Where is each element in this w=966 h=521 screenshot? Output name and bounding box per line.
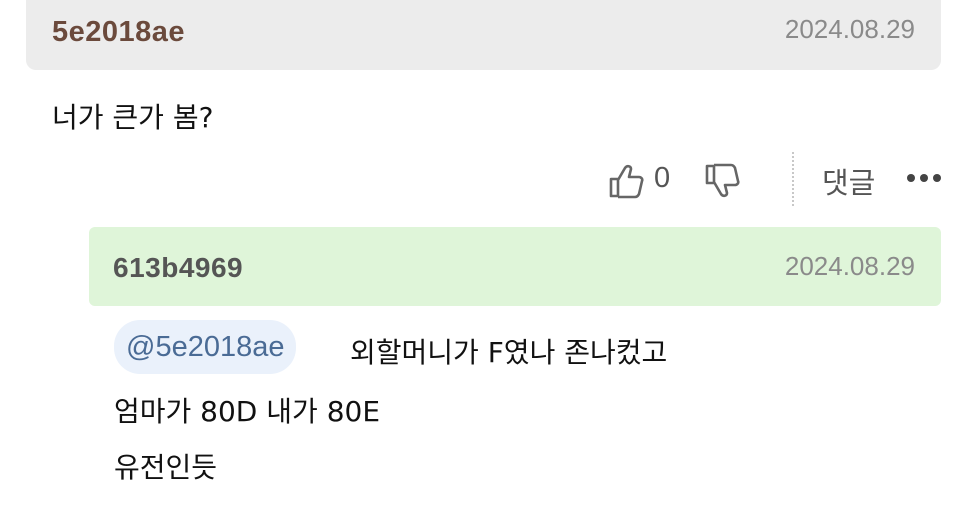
like-count: 0 (654, 162, 671, 194)
comment-thread: 5e2018ae 2024.08.29 너가 큰가 봄? 0 댓글 613b49… (0, 0, 966, 521)
reply-line: 엄마가 80D 내가 80E (114, 395, 381, 428)
reply-button[interactable]: 댓글 (822, 160, 875, 202)
reply-header: 613b4969 2024.08.29 (89, 227, 941, 306)
thumbs-up-icon[interactable] (608, 163, 644, 199)
mention-tag[interactable]: @5e2018ae (114, 320, 297, 374)
reply-line: 유전인듯 (114, 451, 218, 484)
comment-author[interactable]: 5e2018ae (52, 16, 185, 49)
comment-actions: 0 댓글 (600, 152, 950, 206)
reply-author[interactable]: 613b4969 (113, 252, 243, 284)
more-dots-icon[interactable] (906, 168, 942, 188)
comment-body: 너가 큰가 봄? (52, 101, 214, 134)
actions-divider (792, 152, 794, 206)
comment-header: 5e2018ae 2024.08.29 (26, 0, 941, 70)
reply-date: 2024.08.29 (784, 251, 915, 281)
thumbs-down-icon[interactable] (704, 163, 740, 199)
reply-line: 외할머니가 F였나 존나컸고 (350, 336, 668, 369)
comment-date: 2024.08.29 (784, 14, 915, 44)
